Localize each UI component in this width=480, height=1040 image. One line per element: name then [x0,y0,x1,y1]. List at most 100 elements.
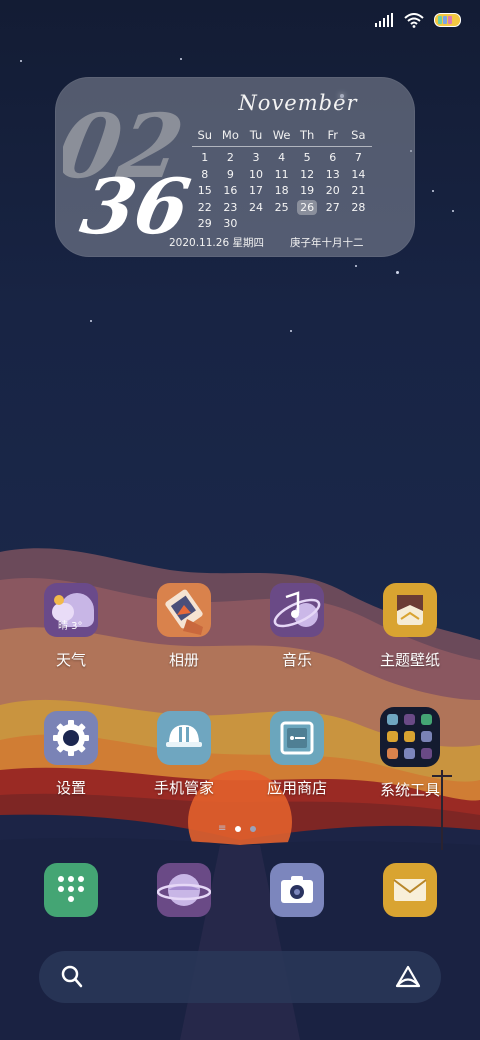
app-appstore[interactable]: 应用商店 [247,711,347,798]
calendar-grid: Su Mo Tu We Th Fr Sa 1 2 3 4 5 6 7 8 9 10 11 12 13 14 15 16 17 1… [192,127,372,232]
calendar-day: 16 [218,184,244,197]
calendar-day: 17 [243,184,269,197]
app-themes[interactable]: 主题壁纸 [360,583,460,670]
calendar-day-number: 29 [197,217,212,231]
weekday-label: We [272,128,291,143]
calendar-week: 22 23 24 25 26 27 28 [192,199,372,216]
calendar-day-number: 27 [325,200,340,214]
app-label-weather: 天气 [55,651,86,669]
calendar-day: 30 [218,217,244,230]
calendar-day-number: 25 [274,200,289,214]
camera-icon[interactable] [270,863,324,917]
calendar-day: 13 [320,168,346,181]
search-bar[interactable] [39,951,441,1003]
calendar-day-number: 10 [248,167,263,181]
dialer-icon[interactable] [44,863,98,917]
calendar-day: 4 [269,151,295,164]
calendar-day-number: 12 [300,167,315,181]
calendar-day-number: 24 [248,200,263,214]
calendar-day-number: 28 [351,200,366,214]
calendar-day-number: 11 [274,167,289,181]
calendar-week: 29 30 [192,216,372,233]
calendar-day-number: 30 [223,217,238,231]
clock-minutes: 36 [75,163,197,246]
calendar-day: 6 [320,151,346,164]
app-label-appstore: 应用商店 [266,779,327,797]
battery-icon [434,13,461,27]
calendar-widget[interactable]: 02 36 November Su Mo Tu We Th Fr Sa 1 2 3 4 5 6 7 8 9 10… [55,77,415,257]
calendar-day-number: 18 [274,184,289,198]
calendar-day-today: 26 [294,199,320,215]
browser-icon[interactable] [157,863,211,917]
calendar-day-number: 21 [351,184,366,198]
weekday-label: Su [197,128,213,143]
status-bar [374,10,462,30]
gallery-icon [157,583,211,637]
calendar-day: 29 [192,217,218,230]
calendar-day-number: 22 [197,200,212,214]
app-label-tools: 系统工具 [379,781,440,799]
music-icon [270,583,324,637]
calendar-day: 20 [320,184,346,197]
clock-display: 02 36 [63,95,197,246]
calendar-day: 27 [320,201,346,214]
calendar-day: 1 [192,151,218,164]
calendar-day: 23 [218,201,244,214]
weekday-label: Mo [221,128,239,143]
app-security[interactable]: 手机管家 [134,711,234,798]
app-label-settings: 设置 [55,779,86,797]
appstore-icon [270,711,324,765]
calendar-day: 28 [346,201,372,214]
signal-icon [375,13,393,27]
calendar-day: 19 [294,184,320,197]
search-icon[interactable] [61,965,83,989]
tools-folder-icon [380,707,440,767]
calendar-week: 8 9 10 11 12 13 14 [192,166,372,183]
calendar-day: 12 [294,168,320,181]
calendar-day-number: 9 [226,167,234,181]
date-text: 2020.11.26 星期四 [169,237,264,249]
calendar-day-number: 1 [201,151,209,165]
page-list-icon: ≡ [218,823,227,834]
weekday-label: Sa [351,128,366,143]
calendar-day: 25 [269,201,295,214]
calendar-day-number: 14 [351,167,366,181]
app-label-themes: 主题壁纸 [379,651,440,669]
app-weather[interactable]: 晴 3° 天气 [21,583,121,670]
messages-icon[interactable] [383,863,437,917]
page-indicator[interactable]: ≡ [218,823,257,834]
calendar-day-number: 3 [252,151,260,165]
themes-icon [383,583,437,637]
security-icon [157,711,211,765]
app-gallery[interactable]: 相册 [134,583,234,670]
calendar-day-number: 26 [297,199,318,215]
weather-temp: 晴 3° [58,621,83,632]
assistant-icon[interactable] [395,965,421,989]
app-label-music: 音乐 [281,651,312,669]
app-music[interactable]: 音乐 [247,583,347,670]
weekday-header: Su Mo Tu We Th Fr Sa [192,127,372,147]
calendar-day: 7 [346,151,372,164]
calendar-day: 8 [192,168,218,181]
weekday-label: Tu [249,128,263,143]
calendar-day-number: 23 [223,200,238,214]
calendar-day: 2 [218,151,244,164]
calendar-day: 24 [243,201,269,214]
app-settings[interactable]: 设置 [21,711,121,798]
calendar-day: 21 [346,184,372,197]
calendar-week: 15 16 17 18 19 20 21 [192,183,372,200]
app-label-gallery: 相册 [168,651,199,669]
calendar-day-number: 7 [354,151,362,165]
calendar-day-number: 8 [201,167,209,181]
calendar-day: 22 [192,201,218,214]
folder-tools[interactable]: 系统工具 [360,707,460,800]
calendar-day-number: 16 [223,184,238,198]
calendar-day-number: 17 [248,184,263,198]
calendar-day-number: 4 [278,151,286,165]
calendar-day: 10 [243,168,269,181]
month-title: November [238,91,358,115]
lunar-date-text: 庚子年十月十二 [290,237,364,249]
calendar-day: 14 [346,168,372,181]
calendar-day-number: 15 [197,184,212,198]
app-label-security: 手机管家 [153,779,214,797]
